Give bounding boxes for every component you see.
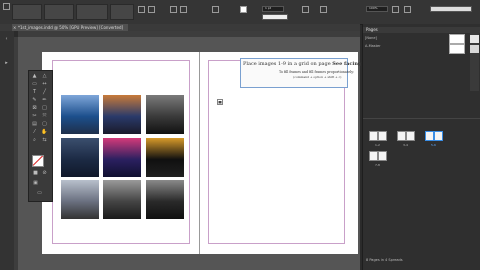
scissors-tool-icon[interactable]: ✂ — [31, 114, 38, 119]
dock-button-2[interactable] — [470, 45, 479, 53]
page-7-thumbnail[interactable] — [369, 151, 378, 161]
fitting-icon[interactable] — [404, 6, 411, 13]
drop-shadow-icon[interactable] — [320, 6, 327, 13]
page-1-thumbnail[interactable] — [369, 131, 378, 141]
gap-tool-icon[interactable]: ↔ — [41, 82, 48, 87]
selection-reference-icon[interactable] — [3, 3, 10, 10]
pages-panel-footer: 8 Pages in 4 Spreads — [366, 258, 403, 262]
pages-panel-title: Pages — [366, 27, 378, 32]
select-container-icon[interactable] — [170, 6, 177, 13]
rectangle-frame-tool-icon[interactable]: ⊠ — [31, 106, 38, 111]
page-5-thumbnail[interactable] — [425, 131, 434, 141]
pages-panel-tab[interactable]: Pages — [363, 27, 480, 33]
pencil-tool-icon[interactable]: ✏ — [41, 98, 48, 103]
stroke-weight-value: 1 pt — [265, 6, 271, 10]
flip-vertical-icon[interactable] — [148, 6, 155, 13]
close-icon[interactable]: × — [13, 24, 16, 31]
panel-separator — [363, 118, 480, 119]
eyedropper-tool-icon[interactable]: ⁄ — [31, 130, 38, 135]
a-master-row[interactable]: A-Master — [365, 44, 381, 48]
fill-swatch-icon[interactable] — [212, 6, 219, 13]
panel-toggle-icon[interactable]: ‹ — [3, 37, 10, 42]
none-slash-icon — [33, 156, 43, 166]
tools-panel: ▲ △ ▭ ↔ T ╱ ✎ ✏ ⊠ □ ✂ ⤧ ▤ ▢ ⁄ ✋ ⌕ ⇆ ■ ⊘ … — [28, 70, 53, 202]
rotate-fields[interactable] — [110, 4, 134, 20]
workspace-select[interactable] — [430, 6, 472, 12]
street-bw-image[interactable] — [103, 180, 141, 219]
effects-icon[interactable] — [302, 6, 309, 13]
apply-none-icon[interactable]: ⊘ — [41, 171, 48, 176]
instruction-line-3: (command + option + shift + c) — [293, 75, 342, 79]
swap-colors-icon[interactable]: ⇆ — [41, 138, 48, 143]
stroke-weight-field[interactable]: 1 pt — [262, 6, 284, 12]
scale-fields[interactable] — [76, 4, 108, 20]
direct-selection-tool-icon[interactable]: △ — [41, 74, 48, 79]
instruction-heading-text: Place images 1-9 in a grid on page — [243, 61, 333, 67]
normal-mode-icon[interactable]: ▣ — [32, 181, 39, 186]
eiffel-tower-image[interactable] — [61, 95, 99, 134]
page-3-thumbnail[interactable] — [397, 131, 406, 141]
size-fields[interactable] — [44, 4, 74, 20]
page-spread[interactable]: Place images 1-9 in a grid on page See f… — [42, 52, 377, 254]
instruction-text-frame[interactable]: Place images 1-9 in a grid on page See f… — [240, 58, 377, 88]
page-8-thumbnail[interactable] — [378, 151, 387, 161]
rectangle-tool-icon[interactable]: □ — [41, 106, 48, 111]
page-4-thumbnail[interactable] — [406, 131, 415, 141]
line-tool-icon[interactable]: ╱ — [41, 90, 48, 95]
instruction-line-2: To fill frames and fill frames proportio… — [279, 70, 355, 74]
tools-collapse-icon[interactable]: ▸ — [3, 61, 10, 66]
place-cursor-icon — [217, 99, 223, 105]
skyline-night-image[interactable] — [146, 95, 184, 134]
a-master-label: A-Master — [365, 44, 381, 48]
flip-horizontal-icon[interactable] — [138, 6, 145, 13]
free-transform-tool-icon[interactable]: ⤧ — [41, 114, 48, 119]
pages-panel: Pages [None] A-Master 1-2 3-4 5-6 7-8 8 … — [362, 24, 480, 270]
pen-tool-icon[interactable]: ✎ — [31, 98, 38, 103]
city-bridge-image[interactable] — [103, 95, 141, 134]
left-edge-strip: ‹ ▸ — [0, 31, 14, 270]
opacity-field[interactable]: 100% — [366, 6, 388, 12]
dock-button-1[interactable] — [470, 35, 479, 43]
none-master-thumbnail[interactable] — [449, 34, 465, 44]
hand-tool-icon[interactable]: ✋ — [41, 130, 48, 135]
zoom-tool-icon[interactable]: ⌕ — [31, 138, 38, 143]
select-content-icon[interactable] — [180, 6, 187, 13]
control-bar: 1 pt 100% — [0, 0, 480, 25]
bridge-lights-image[interactable] — [103, 138, 141, 177]
spread-label-4: 7-8 — [375, 163, 380, 167]
car-bw-image[interactable] — [146, 180, 184, 219]
document-tab[interactable]: × *1st_images.indd @ 50% [GPU Preview] [… — [12, 24, 128, 31]
document-tab-bar: × *1st_images.indd @ 50% [GPU Preview] [… — [0, 24, 360, 31]
spread-label-3: 5-6 — [431, 143, 436, 147]
position-fields[interactable] — [12, 4, 42, 20]
note-tool-icon[interactable]: ▢ — [41, 122, 48, 127]
selection-tool-icon[interactable]: ▲ — [31, 74, 38, 79]
instruction-heading: Place images 1-9 in a grid on page See f… — [243, 61, 377, 67]
stroke-swatch-icon[interactable] — [240, 6, 247, 13]
a-master-thumbnail[interactable] — [449, 44, 465, 54]
gradient-tool-icon[interactable]: ▤ — [31, 122, 38, 127]
golden-city-image[interactable] — [146, 138, 184, 177]
spread-spine — [199, 52, 200, 254]
none-master-label: [None] — [365, 36, 377, 40]
fill-stroke-swatch[interactable] — [32, 155, 44, 167]
screen-mode-icon[interactable]: ▭ — [36, 191, 43, 196]
spread-label-2: 3-4 — [403, 143, 408, 147]
none-master-row[interactable]: [None] — [365, 36, 377, 40]
auto-fit-icon[interactable] — [392, 6, 399, 13]
spread-label-1: 1-2 — [375, 143, 380, 147]
document-tab-title: *1st_images.indd @ 50% [GPU Preview] [Co… — [18, 25, 124, 30]
forest-dark-image[interactable] — [61, 138, 99, 177]
opacity-value: 100% — [369, 6, 378, 10]
page-2-thumbnail[interactable] — [378, 131, 387, 141]
panel-dock-buttons[interactable] — [470, 31, 479, 91]
manhattan-bw-image[interactable] — [61, 180, 99, 219]
stroke-type-select[interactable] — [262, 14, 288, 20]
page-tool-icon[interactable]: ▭ — [31, 82, 38, 87]
type-tool-icon[interactable]: T — [31, 90, 38, 95]
apply-color-icon[interactable]: ■ — [32, 171, 39, 176]
page-6-thumbnail[interactable] — [434, 131, 443, 141]
